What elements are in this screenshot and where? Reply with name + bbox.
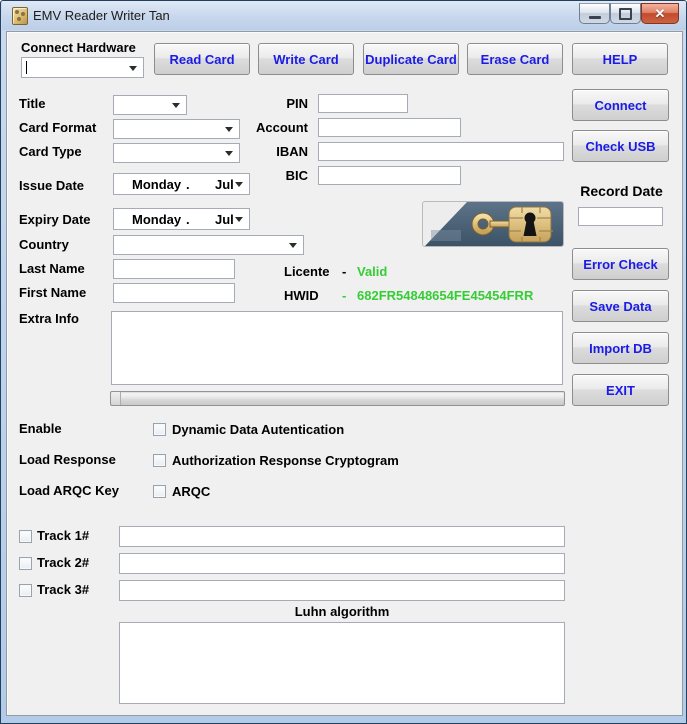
expiry-date-separator: .: [186, 212, 190, 227]
bic-input[interactable]: [318, 166, 461, 185]
account-label: Account: [256, 120, 308, 135]
minimize-icon: [588, 16, 601, 19]
progress-bar: [110, 391, 565, 406]
bic-label: BIC: [285, 168, 308, 183]
read-card-button[interactable]: Read Card: [154, 43, 250, 75]
load-arqc-key-label: Load ARQC Key: [19, 483, 119, 498]
chevron-down-icon: [129, 65, 137, 71]
issue-date-day: Monday: [132, 177, 182, 192]
pin-input[interactable]: [318, 94, 408, 113]
issue-date-label: Issue Date: [19, 178, 85, 193]
record-date-input[interactable]: [578, 207, 663, 226]
card-format-combobox[interactable]: [113, 119, 240, 139]
track1-input[interactable]: [119, 526, 565, 547]
connect-hardware-combobox[interactable]: [21, 57, 144, 78]
luhn-textarea[interactable]: [119, 622, 565, 704]
chevron-down-icon: [225, 151, 233, 156]
close-button[interactable]: ✕: [641, 3, 679, 24]
chevron-down-icon: [235, 217, 243, 222]
text-caret: [26, 61, 27, 74]
save-data-button[interactable]: Save Data: [572, 290, 669, 322]
close-icon: ✕: [654, 5, 666, 21]
card-type-label: Card Type: [19, 144, 82, 159]
expiry-date-picker[interactable]: Monday . Jul: [113, 208, 250, 230]
erase-card-button[interactable]: Erase Card: [467, 43, 563, 75]
chevron-down-icon: [289, 243, 297, 248]
expiry-date-day: Monday: [132, 212, 182, 227]
help-button[interactable]: HELP: [572, 43, 668, 75]
title-combobox[interactable]: [113, 95, 187, 115]
chevron-down-icon: [172, 103, 180, 108]
card-key-graphic: [425, 202, 563, 246]
track3-input[interactable]: [119, 580, 565, 601]
app-window: EMV Reader Writer Tan ✕ Connect Hardware…: [0, 0, 687, 724]
enable-label: Enable: [19, 421, 62, 436]
issue-date-picker[interactable]: Monday . Jul: [113, 173, 250, 195]
pin-label: PIN: [286, 96, 308, 111]
duplicate-card-button[interactable]: Duplicate Card: [363, 43, 459, 75]
issue-date-separator: .: [186, 177, 190, 192]
dda-option-label: Dynamic Data Autentication: [172, 422, 345, 437]
maximize-button[interactable]: [610, 3, 641, 24]
maximize-icon: [619, 7, 632, 20]
check-usb-button[interactable]: Check USB: [572, 130, 669, 162]
app-icon: [12, 7, 28, 25]
track1-label: Track 1#: [37, 528, 90, 543]
write-card-button[interactable]: Write Card: [258, 43, 354, 75]
minimize-button[interactable]: [579, 3, 610, 24]
last-name-input[interactable]: [113, 259, 235, 279]
first-name-label: First Name: [19, 285, 87, 300]
expiry-date-label: Expiry Date: [19, 212, 91, 227]
arc-option-label: Authorization Response Cryptogram: [172, 453, 399, 468]
hwid-value: 682FR54848654FE45454FRR: [357, 288, 534, 303]
connect-hardware-label: Connect Hardware: [21, 40, 136, 55]
first-name-input[interactable]: [113, 283, 235, 303]
error-check-button[interactable]: Error Check: [572, 248, 669, 280]
extra-info-textarea[interactable]: [111, 311, 563, 385]
title-bar[interactable]: EMV Reader Writer Tan ✕: [2, 1, 686, 30]
track2-input[interactable]: [119, 553, 565, 574]
licente-status: Valid: [357, 264, 388, 279]
licente-dash: -: [342, 264, 347, 279]
account-input[interactable]: [318, 118, 461, 137]
country-combobox[interactable]: [113, 235, 304, 255]
expiry-date-month: Jul: [215, 212, 234, 227]
hwid-dash: -: [342, 288, 347, 303]
card-format-label: Card Format: [19, 120, 97, 135]
track2-label: Track 2#: [37, 555, 90, 570]
card-type-combobox[interactable]: [113, 143, 240, 163]
exit-button[interactable]: EXIT: [572, 374, 669, 406]
card-key-image: [422, 201, 564, 247]
arc-checkbox[interactable]: [153, 454, 166, 467]
luhn-algorithm-label: Luhn algorithm: [294, 604, 390, 619]
last-name-label: Last Name: [19, 261, 85, 276]
iban-label: IBAN: [276, 144, 308, 159]
import-db-button[interactable]: Import DB: [572, 332, 669, 364]
arqc-option-label: ARQC: [172, 484, 211, 499]
record-date-label: Record Date: [580, 183, 663, 199]
hwid-label: HWID: [284, 288, 319, 303]
arqc-checkbox[interactable]: [153, 485, 166, 498]
iban-input[interactable]: [318, 142, 564, 161]
track3-checkbox[interactable]: [19, 584, 32, 597]
window-title: EMV Reader Writer Tan: [33, 8, 170, 23]
track2-checkbox[interactable]: [19, 557, 32, 570]
extra-info-label: Extra Info: [19, 311, 79, 326]
progress-bar-cap: [111, 392, 121, 405]
dda-checkbox[interactable]: [153, 423, 166, 436]
country-label: Country: [19, 237, 69, 252]
load-response-label: Load Response: [19, 452, 116, 467]
title-label: Title: [19, 96, 46, 111]
track3-label: Track 3#: [37, 582, 90, 597]
chevron-down-icon: [225, 127, 233, 132]
connect-button[interactable]: Connect: [572, 89, 669, 121]
licente-label: Licente: [284, 264, 330, 279]
issue-date-month: Jul: [215, 177, 234, 192]
track1-checkbox[interactable]: [19, 530, 32, 543]
